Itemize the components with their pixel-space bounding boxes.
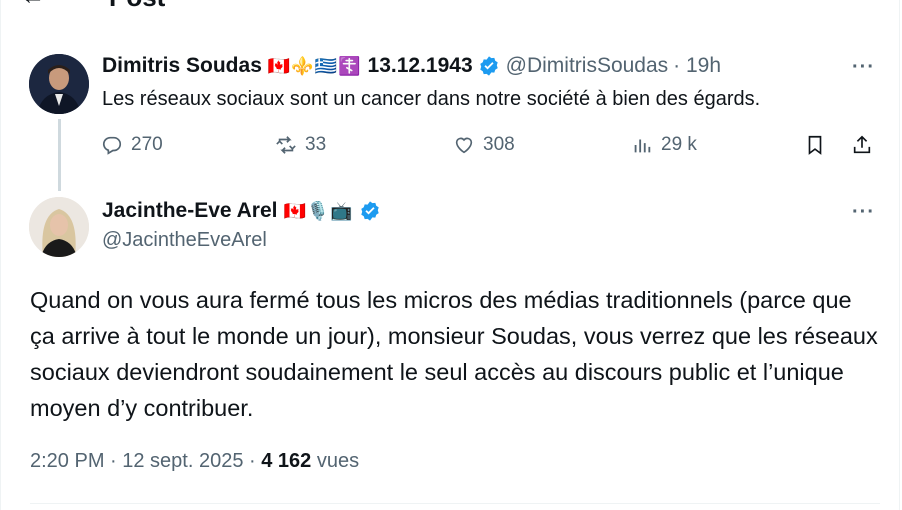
verified-badge-icon — [479, 56, 498, 76]
reply-button[interactable]: 270 — [101, 134, 163, 156]
tweet-time[interactable]: · 19h — [673, 54, 721, 78]
more-options-icon[interactable]: ··· — [852, 201, 875, 224]
avatar-image — [29, 54, 89, 114]
views-count: 29 k — [661, 134, 697, 155]
avatar-image — [29, 197, 89, 257]
avatar[interactable] — [29, 54, 89, 114]
tweet2-text: Quand on vous aura fermé tous les micros… — [30, 287, 878, 421]
author-name[interactable]: Dimitris Soudas — [102, 54, 262, 78]
repost-count: 33 — [305, 134, 327, 155]
back-arrow-icon[interactable]: ← — [21, 0, 81, 11]
reply-count: 270 — [131, 134, 163, 155]
post-header: ← Post — [21, 0, 165, 12]
page-title: Post — [109, 0, 165, 13]
more-options-icon[interactable]: ··· — [852, 56, 875, 79]
heart-icon — [455, 137, 473, 154]
share-button[interactable] — [851, 134, 881, 156]
views-count: 4 162 — [261, 450, 312, 472]
divider — [30, 503, 880, 504]
reply-icon — [102, 136, 122, 155]
bookmark-icon — [808, 135, 822, 155]
author-emoji: 🇨🇦🎙️📺 — [283, 200, 354, 221]
verified-badge-icon — [361, 201, 379, 221]
tweet-timestamp[interactable]: 2:20 PM · 12 sept. 2025 · — [30, 450, 261, 472]
tweet2-meta: 2:20 PM · 12 sept. 2025 · 4 162 vues — [30, 450, 359, 473]
author-name[interactable]: Jacinthe-Eve Arel — [102, 199, 277, 223]
tweet2-author-row: Jacinthe-Eve Arel 🇨🇦🎙️📺 — [102, 199, 381, 223]
author-name-date: 13.12.1943 — [367, 54, 473, 77]
share-icon — [853, 135, 871, 154]
tweet1-author-row: Dimitris Soudas 🇨🇦⚜️🇬🇷☦️ 13.12.1943 @Dim… — [102, 54, 721, 78]
repost-icon — [276, 136, 296, 154]
analytics-icon — [634, 139, 651, 153]
like-count: 308 — [483, 134, 515, 155]
post-frame: ← Post Dimitris Soudas 🇨🇦⚜️🇬🇷☦️ 13.12.19… — [0, 0, 900, 510]
avatar[interactable] — [29, 197, 89, 257]
tweet1-actions: 270 33 308 29 k — [101, 134, 881, 164]
like-button[interactable]: 308 — [453, 134, 515, 156]
thread-line — [58, 119, 61, 191]
author-emoji: 🇨🇦⚜️🇬🇷☦️ — [267, 55, 362, 76]
tweet1-text: Les réseaux sociaux sont un cancer dans … — [102, 88, 761, 110]
views-button[interactable]: 29 k — [631, 134, 697, 156]
author-handle[interactable]: @JacintheEveArel — [102, 229, 267, 252]
bookmark-button[interactable] — [804, 134, 834, 156]
repost-button[interactable]: 33 — [275, 134, 326, 156]
author-handle[interactable]: @DimitrisSoudas — [506, 54, 669, 78]
views-label: vues — [311, 450, 360, 472]
